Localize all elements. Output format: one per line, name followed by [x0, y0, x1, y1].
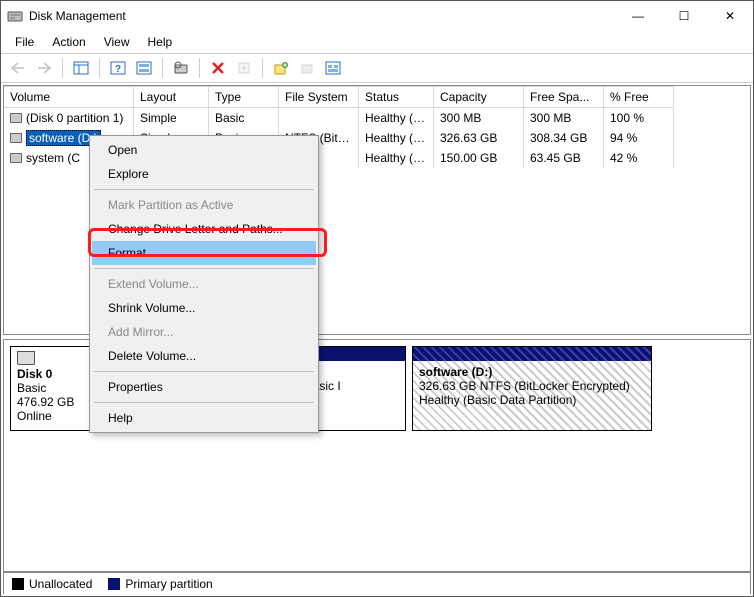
menu-view[interactable]: View — [96, 33, 138, 51]
menu-help[interactable]: Help — [140, 33, 181, 51]
ctx-shrink[interactable]: Shrink Volume... — [92, 296, 316, 320]
toolbar-separator — [262, 58, 263, 78]
ctx-format[interactable]: Format... — [92, 241, 316, 265]
partition-info: software (D:) 326.63 GB NTFS (BitLocker … — [413, 361, 651, 430]
toolbar-separator — [162, 58, 163, 78]
col-filesystem[interactable]: File System — [279, 86, 359, 108]
forward-button[interactable] — [33, 57, 55, 79]
volume-row[interactable]: (Disk 0 partition 1) Simple Basic Health… — [4, 108, 750, 128]
app-icon — [7, 8, 23, 24]
new-volume-button[interactable] — [270, 57, 292, 79]
ctx-extend: Extend Volume... — [92, 272, 316, 296]
menu-action[interactable]: Action — [44, 33, 93, 51]
ctx-delete[interactable]: Delete Volume... — [92, 344, 316, 368]
disk-type: Basic — [17, 381, 98, 395]
partition-band — [413, 347, 651, 361]
col-volume[interactable]: Volume — [4, 86, 134, 108]
volume-list-header: Volume Layout Type File System Status Ca… — [4, 86, 750, 108]
ctx-separator — [94, 268, 314, 269]
menubar: File Action View Help — [1, 31, 753, 53]
toolbar-separator — [62, 58, 63, 78]
toolbar-separator — [99, 58, 100, 78]
ctx-separator — [94, 189, 314, 190]
delete-button[interactable] — [207, 57, 229, 79]
col-status[interactable]: Status — [359, 86, 434, 108]
ctx-separator — [94, 402, 314, 403]
volume-icon — [10, 133, 22, 143]
col-type[interactable]: Type — [209, 86, 279, 108]
ctx-open[interactable]: Open — [92, 138, 316, 162]
disk-icon — [17, 351, 35, 365]
ctx-add-mirror: Add Mirror... — [92, 320, 316, 344]
refresh-button[interactable] — [133, 57, 155, 79]
toolbar-separator — [199, 58, 200, 78]
volume-icon — [10, 113, 22, 123]
context-menu: Open Explore Mark Partition as Active Ch… — [89, 135, 319, 433]
close-button[interactable]: ✕ — [707, 1, 753, 31]
properties-button[interactable] — [233, 57, 255, 79]
ctx-separator — [94, 371, 314, 372]
col-layout[interactable]: Layout — [134, 86, 209, 108]
show-hide-button[interactable] — [70, 57, 92, 79]
volume-icon — [10, 153, 22, 163]
ctx-explore[interactable]: Explore — [92, 162, 316, 186]
help-button[interactable]: ? — [107, 57, 129, 79]
rescan-button[interactable] — [170, 57, 192, 79]
col-capacity[interactable]: Capacity — [434, 86, 524, 108]
back-button[interactable] — [7, 57, 29, 79]
col-pctfree[interactable]: % Free — [604, 86, 674, 108]
svg-text:?: ? — [115, 64, 121, 75]
ctx-help[interactable]: Help — [92, 406, 316, 430]
maximize-button[interactable]: ☐ — [661, 1, 707, 31]
disk-size: 476.92 GB — [17, 395, 98, 409]
titlebar: Disk Management — ☐ ✕ — [1, 1, 753, 31]
partition[interactable]: software (D:) 326.63 GB NTFS (BitLocker … — [412, 346, 652, 431]
window-controls: — ☐ ✕ — [615, 1, 753, 31]
disk-state: Online — [17, 409, 98, 423]
legend: Unallocated Primary partition — [3, 572, 751, 594]
legend-primary: Primary partition — [108, 577, 212, 591]
window-title: Disk Management — [29, 9, 615, 23]
toolbar: ? — [1, 53, 753, 83]
menu-file[interactable]: File — [7, 33, 42, 51]
ctx-mark-active: Mark Partition as Active — [92, 193, 316, 217]
detach-vhd-button[interactable] — [322, 57, 344, 79]
ctx-properties[interactable]: Properties — [92, 375, 316, 399]
legend-unallocated: Unallocated — [12, 577, 92, 591]
attach-vhd-button[interactable] — [296, 57, 318, 79]
col-freespace[interactable]: Free Spa... — [524, 86, 604, 108]
minimize-button[interactable]: — — [615, 1, 661, 31]
ctx-change-letter[interactable]: Change Drive Letter and Paths... — [92, 217, 316, 241]
disk-name: Disk 0 — [17, 367, 98, 381]
